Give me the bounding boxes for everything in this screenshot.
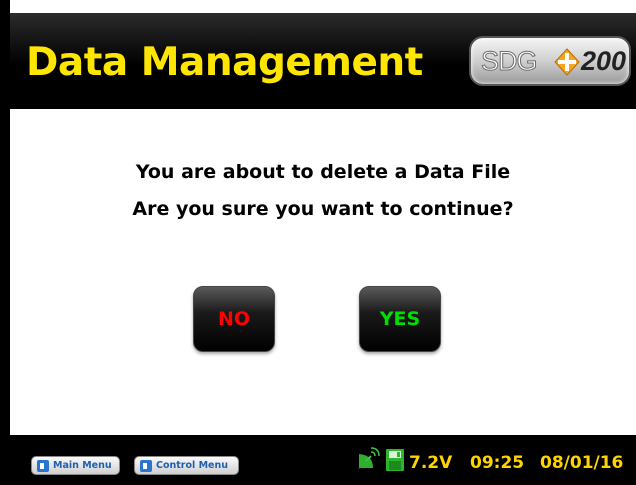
confirm-message-line1: You are about to delete a Data File <box>135 161 511 183</box>
logo-diamond-icon <box>554 48 580 76</box>
no-button[interactable]: NO <box>193 286 275 352</box>
yes-button[interactable]: YES <box>359 286 441 352</box>
exit-door-icon <box>37 459 49 472</box>
main-menu-button[interactable]: Main Menu <box>31 456 120 475</box>
control-menu-button[interactable]: Control Menu <box>134 456 239 475</box>
satellite-icon <box>358 447 380 469</box>
control-menu-label: Control Menu <box>156 460 229 471</box>
clock-time: 09:25 <box>470 453 525 473</box>
confirm-message-line2: Are you sure you want to continue? <box>132 198 514 220</box>
floppy-disk-icon <box>386 449 404 471</box>
logo-text-200: 200 <box>581 46 627 76</box>
main-menu-label: Main Menu <box>53 460 112 471</box>
battery-voltage: 7.2V <box>409 453 453 473</box>
clock-date: 08/01/16 <box>540 453 624 473</box>
page-title: Data Management <box>26 40 423 85</box>
brand-logo: SDG 200 <box>469 36 631 86</box>
logo-text-sdg: SDG <box>481 46 538 77</box>
exit-door-icon <box>140 459 152 472</box>
